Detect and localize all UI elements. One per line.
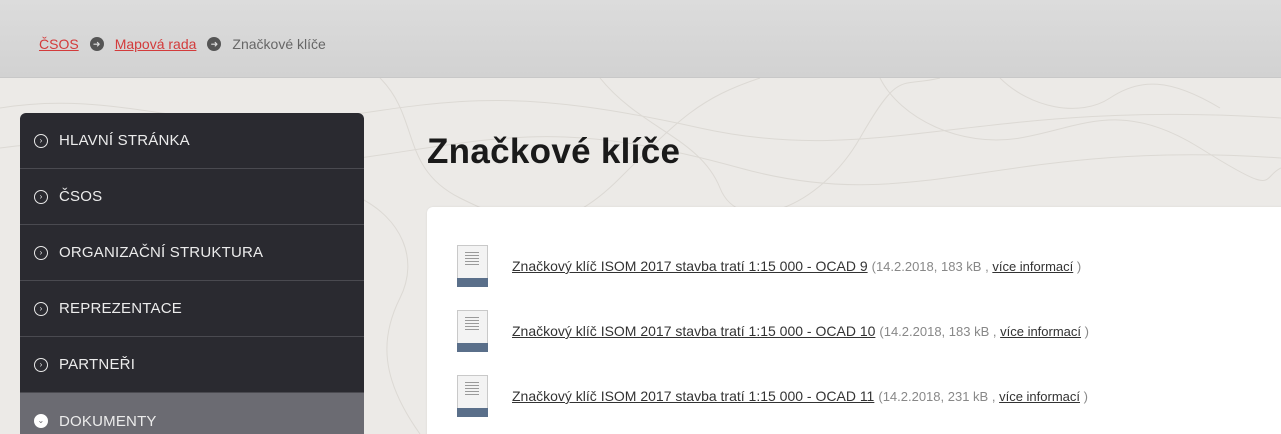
page-title: Značkové klíče [427,132,681,171]
circle-chevron-right-icon: › [34,245,48,260]
sidebar-item-dokumenty[interactable]: ⌄ DOKUMENTY [20,393,364,434]
document-meta-close: ) [1076,258,1082,274]
document-meta-close: ) [1084,323,1089,339]
breadcrumb-separator-icon: ➜ [207,37,222,51]
document-link[interactable]: Značkový klíč ISOM 2017 stavba tratí 1:1… [512,388,874,404]
sidebar-item-label: ORGANIZAČNÍ STRUKTURA [59,244,264,261]
sidebar-item-label: ČSOS [59,188,103,205]
breadcrumb: ČSOS ➜ Mapová rada ➜ Značkové klíče [39,36,326,52]
more-info-link[interactable]: více informací [1000,324,1081,339]
document-link[interactable]: Značkový klíč ISOM 2017 stavba tratí 1:1… [512,258,868,274]
document-row: Značkový klíč ISOM 2017 stavba tratí 1:1… [457,245,1081,287]
document-meta: (14.2.2018, 183 kB , více informací ) [872,259,1082,274]
document-row: Značkový klíč ISOM 2017 stavba tratí 1:1… [457,375,1088,417]
document-meta: (14.2.2018, 231 kB , více informací ) [878,389,1088,404]
circle-chevron-right-icon: › [34,301,48,316]
documents-panel: Značkový klíč ISOM 2017 stavba tratí 1:1… [427,207,1281,434]
sidebar-item-reprezentace[interactable]: › REPREZENTACE [20,281,364,337]
sidebar-item-hlavni-stranka[interactable]: › HLAVNÍ STRÁNKA [20,113,364,169]
more-info-link[interactable]: více informací [999,389,1080,404]
document-meta-info: (14.2.2018, 183 kB , [871,258,989,274]
document-meta: (14.2.2018, 183 kB , více informací ) [879,324,1089,339]
circle-chevron-down-icon: ⌄ [34,414,48,428]
breadcrumb-bar: ČSOS ➜ Mapová rada ➜ Značkové klíče [0,0,1281,78]
document-file-icon[interactable] [457,375,488,417]
sidebar-nav: › HLAVNÍ STRÁNKA › ČSOS › ORGANIZAČNÍ ST… [20,113,364,434]
sidebar-item-csos[interactable]: › ČSOS [20,169,364,225]
sidebar-item-label: REPREZENTACE [59,300,182,317]
sidebar-item-partneri[interactable]: › PARTNEŘI [20,337,364,393]
document-file-icon[interactable] [457,245,488,287]
document-meta-info: (14.2.2018, 183 kB , [879,323,997,339]
breadcrumb-separator-icon: ➜ [89,37,104,51]
document-file-icon[interactable] [457,310,488,352]
document-link[interactable]: Značkový klíč ISOM 2017 stavba tratí 1:1… [512,323,875,339]
sidebar-item-label: DOKUMENTY [59,412,157,430]
sidebar-item-organizacni-struktura[interactable]: › ORGANIZAČNÍ STRUKTURA [20,225,364,281]
document-meta-close: ) [1083,388,1088,404]
breadcrumb-link-csos[interactable]: ČSOS [39,36,79,52]
circle-chevron-right-icon: › [34,357,48,372]
circle-chevron-right-icon: › [34,189,48,204]
sidebar-item-label: PARTNEŘI [59,356,136,373]
breadcrumb-link-mapova-rada[interactable]: Mapová rada [115,36,197,52]
document-meta-info: (14.2.2018, 231 kB , [878,388,996,404]
more-info-link[interactable]: více informací [992,259,1073,274]
document-row: Značkový klíč ISOM 2017 stavba tratí 1:1… [457,310,1089,352]
circle-chevron-right-icon: › [34,133,48,148]
sidebar-item-label: HLAVNÍ STRÁNKA [59,132,190,149]
breadcrumb-current: Značkové klíče [232,36,326,52]
